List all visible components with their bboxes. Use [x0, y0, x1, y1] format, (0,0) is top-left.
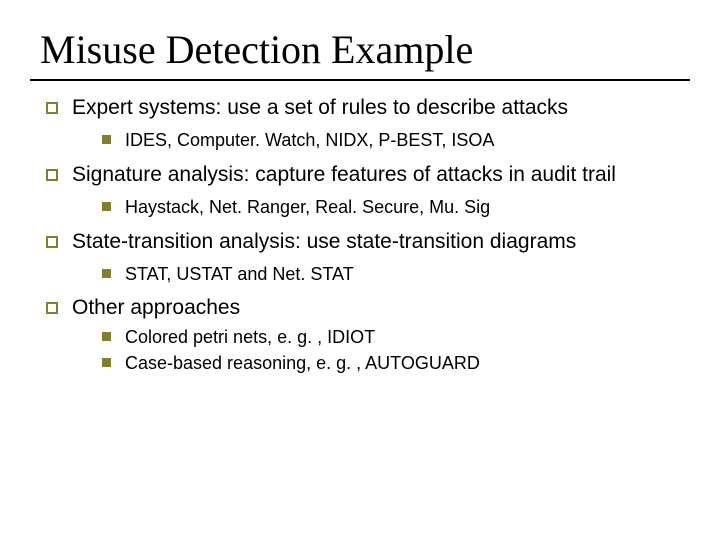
bullet-text: State-transition analysis: use state-tra…: [72, 229, 690, 255]
sub-bullet-item: Case-based reasoning, e. g. , AUTOGUARD: [102, 352, 690, 375]
bullet-item: Signature analysis: capture features of …: [46, 162, 690, 188]
sub-bullet-item: STAT, USTAT and Net. STAT: [102, 263, 690, 286]
bullet-item: Other approaches: [46, 295, 690, 321]
small-square-bullet-icon: [102, 202, 111, 211]
sub-bullet-text: Case-based reasoning, e. g. , AUTOGUARD: [125, 352, 690, 375]
bullet-text: Other approaches: [72, 295, 690, 321]
slide-title: Misuse Detection Example: [40, 26, 690, 73]
slide-content: Expert systems: use a set of rules to de…: [30, 95, 690, 375]
bullet-item: State-transition analysis: use state-tra…: [46, 229, 690, 255]
sub-bullet-text: STAT, USTAT and Net. STAT: [125, 263, 690, 286]
title-underline: [30, 79, 690, 81]
bullet-text: Signature analysis: capture features of …: [72, 162, 690, 188]
square-bullet-icon: [46, 102, 58, 114]
sub-bullet-item: Colored petri nets, e. g. , IDIOT: [102, 326, 690, 349]
sub-bullet-item: IDES, Computer. Watch, NIDX, P-BEST, ISO…: [102, 129, 690, 152]
small-square-bullet-icon: [102, 358, 111, 367]
sub-bullet-text: IDES, Computer. Watch, NIDX, P-BEST, ISO…: [125, 129, 690, 152]
small-square-bullet-icon: [102, 332, 111, 341]
bullet-text: Expert systems: use a set of rules to de…: [72, 95, 690, 121]
sub-bullet-item: Haystack, Net. Ranger, Real. Secure, Mu.…: [102, 196, 690, 219]
square-bullet-icon: [46, 169, 58, 181]
bullet-item: Expert systems: use a set of rules to de…: [46, 95, 690, 121]
sub-bullet-text: Colored petri nets, e. g. , IDIOT: [125, 326, 690, 349]
small-square-bullet-icon: [102, 269, 111, 278]
slide: Misuse Detection Example Expert systems:…: [0, 0, 720, 540]
square-bullet-icon: [46, 236, 58, 248]
sub-bullet-text: Haystack, Net. Ranger, Real. Secure, Mu.…: [125, 196, 690, 219]
small-square-bullet-icon: [102, 135, 111, 144]
square-bullet-icon: [46, 302, 58, 314]
